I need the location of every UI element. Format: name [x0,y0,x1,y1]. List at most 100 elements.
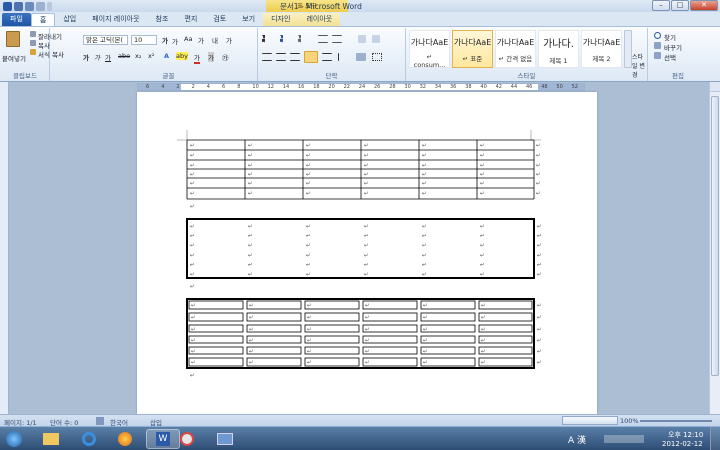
find-icon[interactable] [654,32,661,39]
taskbar-explorer[interactable] [34,429,68,449]
align-right-icon[interactable] [290,53,300,61]
clock-time[interactable]: 오후 12:10 [668,430,703,440]
tab-view[interactable]: 보기 [234,13,263,26]
table3-cell [304,346,360,355]
numbering-icon[interactable] [280,35,292,43]
page[interactable]: ↵ ↵ ↵ ↵ ↵ ↵ ↵ ↵ ↵ ↵ ↵ ↵ ↵ ↵ ↵ ↵ ↵ ↵ ↵ ↵ ↵ ↵ ↵ ↵ ↵ ↵ ↵ ↵ ↵ ↵ ↵ ↵ ↵ ↵ ↵ ↵ ↵ ↵ ↵ ↵… [137,92,597,414]
underline-button[interactable]: 가 [105,52,111,62]
decrease-indent-icon[interactable] [318,35,328,43]
view-buttons[interactable] [562,416,618,425]
tab-mailings[interactable]: 편지 [176,13,205,26]
tab-insert[interactable]: 삽입 [55,13,84,26]
taskbar-firefox[interactable] [108,429,142,449]
word-icon[interactable] [3,1,12,11]
maximize-button[interactable]: □ [671,0,689,11]
clock-date[interactable]: 2012-02-12 [662,440,703,448]
tab-page-layout[interactable]: 페이지 레이아웃 [84,13,147,26]
sort-icon[interactable] [358,35,366,43]
ruler-tick-label: 6 [146,84,150,90]
zoom-slider[interactable] [640,420,712,422]
cut-icon[interactable] [30,31,36,37]
ime-indicator[interactable]: A 漢 [568,433,586,446]
clear-format-button[interactable]: 가 [198,35,204,45]
taskbar-app[interactable] [208,429,242,449]
taskbar-paint[interactable] [170,429,204,449]
show-desktop-button[interactable] [710,427,720,450]
customize-qat-icon[interactable] [47,1,52,11]
multilevel-list-icon[interactable] [298,35,310,43]
cell-marker: ↵ [364,181,369,187]
format-painter-button[interactable]: 서식 복사 [38,49,64,59]
line-spacing-icon[interactable] [338,53,348,61]
redo-icon[interactable] [36,1,45,11]
style-heading-2[interactable]: 가나다AaE 제목 2 [581,30,622,68]
italic-button[interactable]: 가 [94,52,100,62]
strikethrough-button[interactable]: abe [118,52,130,60]
select-button[interactable]: 선택 [664,52,676,62]
font-color-button[interactable]: 가 [194,52,200,64]
superscript-button[interactable]: x² [148,52,154,60]
vertical-scrollbar[interactable] [709,82,720,414]
enclose-character-button[interactable]: ㉮ [222,52,229,62]
copy-icon[interactable] [30,40,36,46]
close-button[interactable]: ✕ [690,0,718,11]
tab-home[interactable]: 홈 [30,13,56,26]
paste-icon[interactable] [6,31,20,47]
character-border-button[interactable]: 가 [226,35,232,45]
style-no-spacing[interactable]: 가나다AaE ↵ 간격 없음 [495,30,536,68]
format-painter-icon[interactable] [30,49,36,55]
justify-icon[interactable] [304,51,318,63]
start-button[interactable] [2,429,26,449]
replace-button[interactable]: 바꾸기 [664,42,682,52]
scroll-up-icon[interactable] [710,82,720,92]
style-normal[interactable]: 가나다AaE ↵ 표준 [452,30,493,68]
style-heading-1[interactable]: 가나다. 제목 1 [538,30,579,68]
ruler-tick-label: 50 [556,84,563,90]
replace-icon[interactable] [654,42,661,49]
bullets-icon[interactable] [262,35,274,43]
show-marks-icon[interactable] [372,35,380,43]
change-case-button[interactable]: Aa [184,35,192,43]
highlight-button[interactable]: aby [176,52,188,60]
taskbar-ie[interactable] [72,429,106,449]
borders-icon[interactable] [372,53,382,61]
subscript-button[interactable]: x₂ [135,52,141,60]
minimize-button[interactable]: – [652,0,670,11]
tray-icons[interactable] [604,435,644,443]
shading-icon[interactable] [356,53,366,61]
tab-references[interactable]: 참조 [148,13,177,26]
scroll-thumb[interactable] [711,96,719,376]
style-scroll-icon[interactable] [624,30,632,68]
tables-canvas[interactable]: ↵ ↵ ↵ ↵ ↵ ↵ ↵ ↵ ↵ ↵ ↵ ↵ ↵ ↵ ↵ ↵ ↵ ↵ ↵ ↵ ↵ ↵ ↵ ↵ ↵ ↵ ↵ ↵ ↵ ↵ ↵ ↵ ↵ ↵ ↵ ↵ ↵ ↵ ↵ ↵… [137,92,597,414]
shrink-font-button[interactable]: 가 [172,36,178,46]
character-shading-button[interactable]: 가 [208,52,214,62]
cell-marker: ↵ [480,262,485,268]
save-icon[interactable] [14,1,23,11]
cell-marker: ↵ [306,272,311,278]
distribute-icon[interactable] [322,53,332,61]
font-name-combo[interactable]: 맑은 고딕(본( [83,35,128,45]
grow-font-button[interactable]: 가 [162,35,168,45]
tab-file[interactable]: 파일 [2,13,31,26]
tab-design[interactable]: 디자인 [263,13,299,26]
tab-layout[interactable]: 레이아웃 [298,13,341,26]
paste-button[interactable]: 붙여넣기 [2,53,26,63]
clipboard-group: 붙여넣기 잘라내기 복사 서식 복사 클립보드 [0,28,64,81]
bold-button[interactable]: 가 [83,52,89,62]
cell-marker: ↵ [537,327,542,333]
text-effects-button[interactable]: A [164,52,169,60]
phonetic-guide-button[interactable]: 내 [212,35,218,45]
align-center-icon[interactable] [276,53,286,61]
find-button[interactable]: 찾기 [664,32,676,42]
undo-icon[interactable] [25,1,34,11]
style-consum[interactable]: 가나다AaE ↵ consum... [409,30,450,69]
tab-review[interactable]: 검토 [205,13,234,26]
font-size-combo[interactable]: 10 [131,35,157,45]
spell-check-icon[interactable] [96,417,104,425]
align-left-icon[interactable] [262,53,272,61]
increase-indent-icon[interactable] [332,35,342,43]
zoom-level[interactable]: 100% [620,417,639,425]
select-icon[interactable] [654,52,661,59]
window-title: 문서1 - Microsoft Word [280,2,362,11]
document-area[interactable]: ↵ ↵ ↵ ↵ ↵ ↵ ↵ ↵ ↵ ↵ ↵ ↵ ↵ ↵ ↵ ↵ ↵ ↵ ↵ ↵ ↵ ↵ ↵ ↵ ↵ ↵ ↵ ↵ ↵ ↵ ↵ ↵ ↵ ↵ ↵ ↵ ↵ ↵ ↵ ↵… [10,92,709,414]
